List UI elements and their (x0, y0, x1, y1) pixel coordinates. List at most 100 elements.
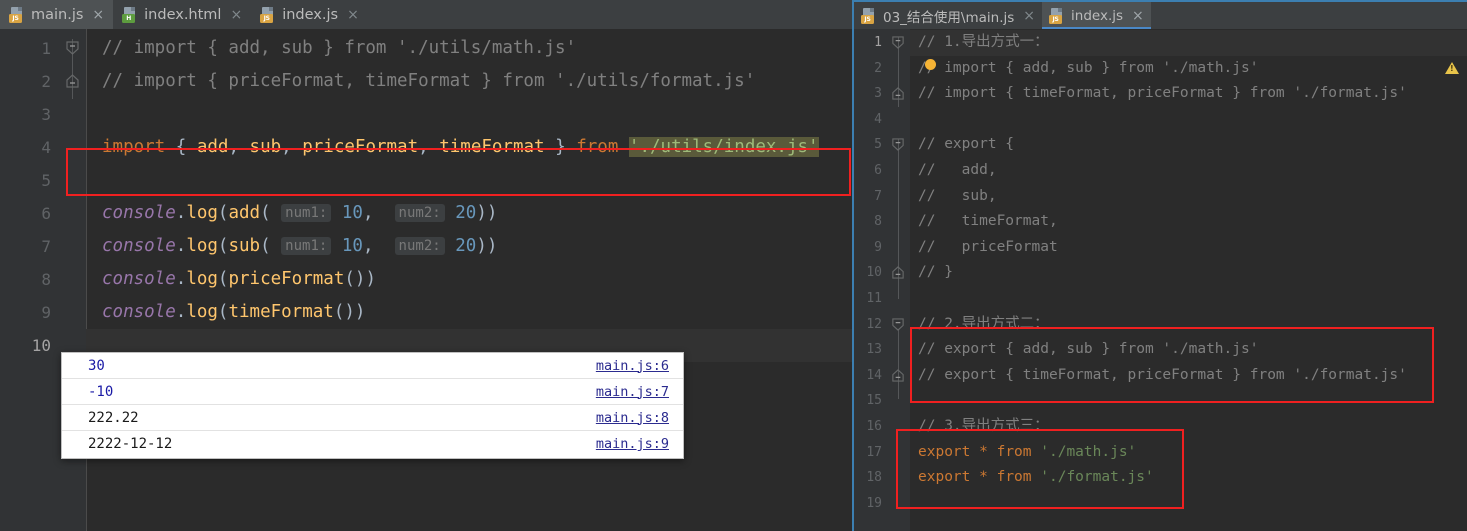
left-tab-bar: JS main.js × H index.html × JS index.js … (0, 0, 852, 29)
fold-expand-icon[interactable] (891, 86, 905, 101)
line-number: 12 (866, 316, 882, 332)
r-code-line-4[interactable] (910, 107, 1467, 133)
console-source-link[interactable]: main.js:9 (596, 436, 669, 452)
fold-expand-icon[interactable] (65, 73, 80, 89)
param-hint-num2: num2: (394, 204, 445, 222)
code-line-7[interactable]: console.log(sub( num1: 10, num2: 20)) (86, 230, 852, 263)
method-log: log (186, 302, 218, 322)
close-icon[interactable]: × (1132, 9, 1144, 23)
console-source-link[interactable]: main.js:8 (596, 410, 669, 426)
r-code-line-7[interactable]: // sub, (910, 184, 1467, 210)
code-text: // } (918, 264, 953, 281)
path-format-js: './format.js' (1040, 469, 1154, 486)
code-text: // import { add, sub } from './utils/mat… (102, 38, 577, 58)
fold-row (60, 32, 86, 65)
line-number: 2 (41, 72, 51, 91)
tab-combined-main-js[interactable]: JS 03_结合使用\main.js × (854, 2, 1042, 29)
object-console: console (102, 269, 176, 289)
call-priceformat: priceFormat (228, 269, 345, 289)
close-icon[interactable]: × (230, 8, 242, 22)
r-code-line-1[interactable]: // 1.导出方式一： (910, 30, 1467, 56)
code-line-3[interactable] (86, 98, 852, 131)
fold-collapse-icon[interactable] (891, 137, 905, 152)
fold-collapse-icon[interactable] (65, 40, 80, 56)
code-line-6[interactable]: console.log(add( num1: 10, num2: 20)) (86, 197, 852, 230)
line-number: 18 (866, 470, 882, 486)
console-row[interactable]: -10 main.js:7 (62, 379, 683, 405)
close-icon[interactable]: × (92, 8, 104, 22)
r-code-line-8[interactable]: // timeFormat, (910, 209, 1467, 235)
r-code-line-6[interactable]: // add, (910, 158, 1467, 184)
right-fold-gutter (888, 29, 910, 531)
line-number: 7 (41, 237, 51, 256)
close-icon[interactable]: × (347, 8, 359, 22)
call-timeformat: timeFormat (228, 302, 334, 322)
lightbulb-icon[interactable] (924, 59, 936, 71)
right-code-area[interactable]: // 1.导出方式一： // import { add, sub } from … (910, 29, 1467, 531)
line-number: 1 (41, 39, 51, 58)
r-code-line-19[interactable] (910, 491, 1467, 517)
fold-collapse-icon[interactable] (891, 317, 905, 332)
close-icon[interactable]: × (1023, 9, 1035, 23)
line-number: 15 (866, 393, 882, 409)
console-source-link[interactable]: main.js:7 (596, 384, 669, 400)
fold-row (888, 81, 910, 107)
line-number: 7 (874, 188, 882, 204)
code-line-4[interactable]: import { add, sub, priceFormat, timeForm… (86, 131, 852, 164)
code-line-5[interactable] (86, 164, 852, 197)
r-code-line-3[interactable]: // import { timeFormat, priceFormat } fr… (910, 81, 1467, 107)
fold-collapse-icon[interactable] (891, 35, 905, 50)
r-code-line-9[interactable]: // priceFormat (910, 235, 1467, 261)
console-value: -10 (88, 383, 114, 400)
code-text: // export { timeFormat, priceFormat } fr… (918, 366, 1407, 383)
fold-row (888, 260, 910, 286)
code-text: // add, (918, 161, 997, 178)
code-text: // sub, (918, 187, 997, 204)
js-file-icon: JS (260, 6, 275, 23)
code-line-2[interactable]: // import { priceFormat, timeFormat } fr… (86, 65, 852, 98)
fold-expand-icon[interactable] (891, 368, 905, 383)
r-code-line-5[interactable]: // export { (910, 132, 1467, 158)
right-editor-body: 1 2 3 4 5 6 7 8 9 10 11 12 13 14 15 16 1… (854, 29, 1467, 531)
r-code-line-2[interactable]: // import { add, sub } from './math.js' (910, 56, 1467, 82)
r-code-line-16[interactable]: // 3.导出方式三： (910, 414, 1467, 440)
fold-row (888, 132, 910, 158)
object-console: console (102, 236, 176, 256)
param-hint-num1: num1: (281, 204, 332, 222)
tab-index-html[interactable]: H index.html × (113, 0, 251, 29)
console-value: 222.22 (88, 409, 139, 426)
r-code-line-17[interactable]: export * from './math.js' (910, 440, 1467, 466)
line-number: 19 (866, 495, 882, 511)
param-hint-num2: num2: (394, 237, 445, 255)
line-number: 6 (41, 204, 51, 223)
code-line-1[interactable]: // import { add, sub } from './utils/mat… (86, 32, 852, 65)
code-line-9[interactable]: console.log(timeFormat()) (86, 296, 852, 329)
r-code-line-11[interactable] (910, 286, 1467, 312)
r-code-line-14[interactable]: // export { timeFormat, priceFormat } fr… (910, 363, 1467, 389)
r-code-line-10[interactable]: // } (910, 260, 1467, 286)
console-row[interactable]: 2222-12-12 main.js:9 (62, 431, 683, 457)
param-hint-num1: num1: (281, 237, 332, 255)
line-number: 11 (866, 290, 882, 306)
import-name-add: add (196, 137, 229, 157)
tab-index-js-right[interactable]: JS index.js × (1042, 2, 1151, 29)
fold-row (888, 30, 910, 56)
r-code-line-12[interactable]: // 2.导出方式二： (910, 312, 1467, 338)
tab-main-js[interactable]: JS main.js × (0, 0, 114, 29)
r-code-line-13[interactable]: // export { add, sub } from './math.js' (910, 337, 1467, 363)
r-code-line-18[interactable]: export * from './format.js' (910, 465, 1467, 491)
object-console: console (102, 302, 176, 322)
code-line-8[interactable]: console.log(priceFormat()) (86, 263, 852, 296)
fold-expand-icon[interactable] (891, 265, 905, 280)
code-text: // export { (918, 136, 1015, 153)
code-text: // 3.导出方式三： (918, 417, 1049, 434)
path-math-js: './math.js' (1040, 443, 1137, 460)
console-output-popup[interactable]: 30 main.js:6 -10 main.js:7 222.22 main.j… (61, 352, 684, 459)
console-row[interactable]: 30 main.js:6 (62, 353, 683, 379)
console-row[interactable]: 222.22 main.js:8 (62, 405, 683, 431)
r-code-line-15[interactable] (910, 388, 1467, 414)
console-source-link[interactable]: main.js:6 (596, 358, 669, 374)
console-value: 30 (88, 357, 105, 374)
warning-triangle-icon[interactable] (1445, 62, 1459, 74)
tab-index-js[interactable]: JS index.js × (251, 0, 368, 29)
